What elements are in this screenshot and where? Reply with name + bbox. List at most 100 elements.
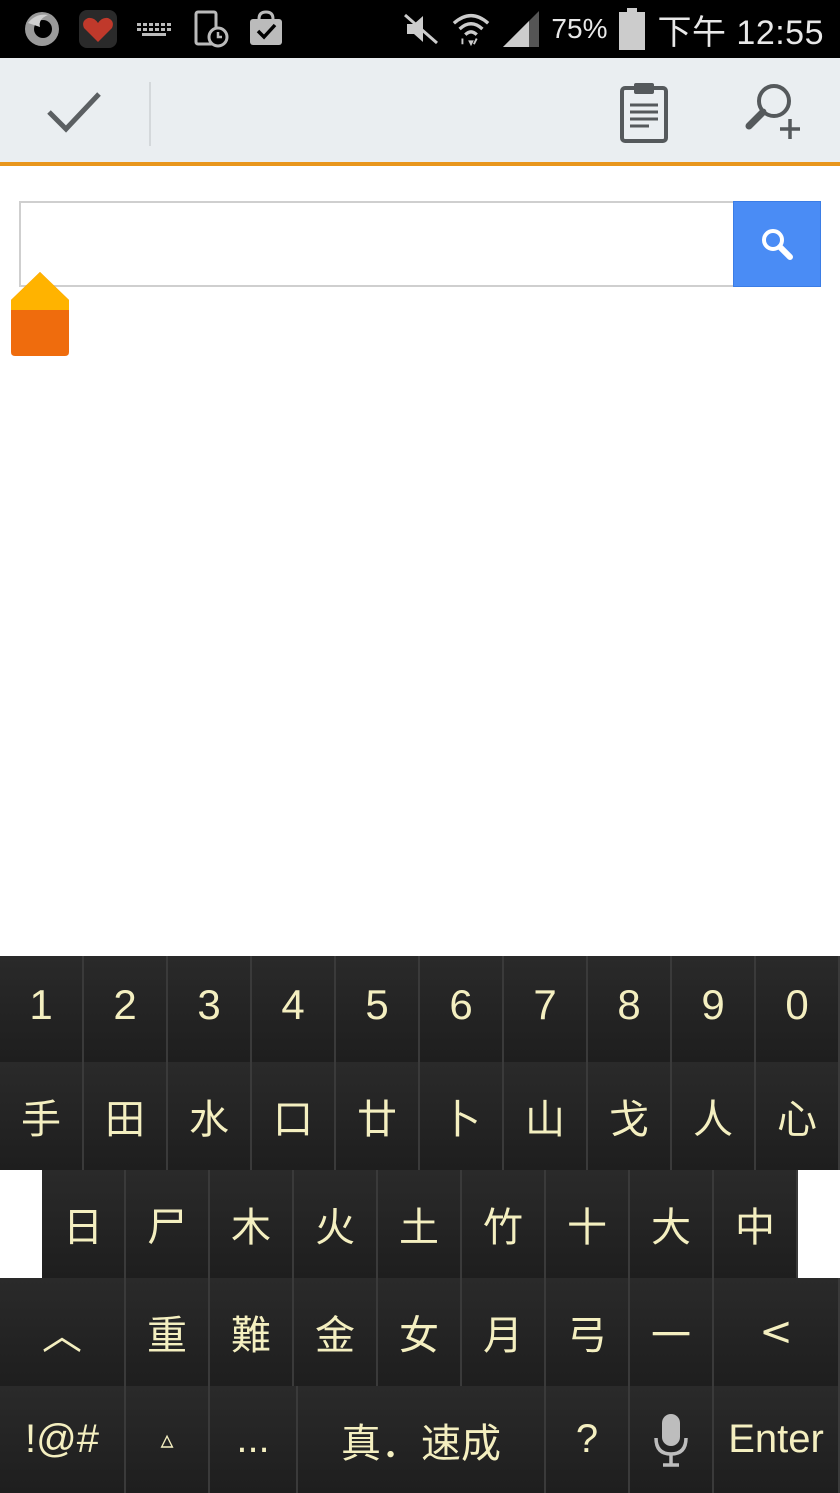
key-label: 一: [651, 1313, 691, 1359]
text-cursor-handle[interactable]: [10, 270, 70, 358]
key-cangjie-5[interactable]: 廿: [336, 1062, 420, 1170]
key-label: 0: [785, 981, 809, 1028]
ellipsis-key[interactable]: ...: [210, 1386, 298, 1493]
key-cangjie-2[interactable]: 田: [84, 1062, 168, 1170]
action-bar: [0, 58, 840, 166]
key-6[interactable]: 6: [420, 956, 504, 1062]
shift-key[interactable]: ︿: [0, 1278, 126, 1386]
clipboard-button[interactable]: [606, 76, 682, 148]
key-cangjie-row2-4[interactable]: 火: [294, 1170, 378, 1278]
key-cangjie-row2-7[interactable]: 十: [546, 1170, 630, 1278]
key-label: 土: [399, 1205, 439, 1251]
key-label: 中: [735, 1205, 775, 1251]
key-cangjie-row2-6[interactable]: 竹: [462, 1170, 546, 1278]
key-cangjie-1[interactable]: 手: [0, 1062, 84, 1170]
firefox-icon: [22, 9, 62, 49]
key-label: Enter: [728, 1417, 824, 1461]
backspace-key[interactable]: <: [714, 1278, 840, 1386]
key-label: 手: [21, 1097, 61, 1143]
key-label: 人: [693, 1097, 733, 1143]
search-button[interactable]: [733, 201, 821, 287]
key-label: 真．速成: [341, 1420, 501, 1467]
key-label: 8: [617, 981, 641, 1028]
key-label: 3: [197, 981, 221, 1028]
key-cangjie-3[interactable]: 水: [168, 1062, 252, 1170]
key-9[interactable]: 9: [672, 956, 756, 1062]
key-label: <: [759, 1309, 793, 1355]
key-r3-7[interactable]: 弓: [546, 1278, 630, 1386]
enter-key[interactable]: Enter: [714, 1386, 840, 1493]
key-cangjie-row2-1[interactable]: 日: [42, 1170, 126, 1278]
key-4[interactable]: 4: [252, 956, 336, 1062]
screen-time-icon: [190, 9, 230, 49]
cangjie-keyboard: 1 2 3 4 5 6 7 8 9 0 手田水口廿卜山戈人心日尸木火土竹十大中 ︿ 重難金女月弓一 < !@…: [0, 956, 840, 1493]
key-7[interactable]: 7: [504, 956, 588, 1062]
key-label: 火: [315, 1205, 355, 1251]
key-cangjie-4[interactable]: 口: [252, 1062, 336, 1170]
key-label: 木: [231, 1205, 271, 1251]
space-key[interactable]: 真．速成: [298, 1386, 546, 1493]
key-8[interactable]: 8: [588, 956, 672, 1062]
microphone-icon: [654, 1413, 688, 1467]
key-label: 十: [567, 1205, 607, 1251]
key-label: 廿: [357, 1097, 397, 1143]
key-cangjie-row2-5[interactable]: 土: [378, 1170, 462, 1278]
key-label: 1: [29, 981, 53, 1028]
key-label: 4: [281, 981, 305, 1028]
clipboard-icon: [620, 83, 668, 143]
symbols-key[interactable]: !@#: [0, 1386, 126, 1493]
key-label: ...: [236, 1417, 270, 1461]
key-r3-8[interactable]: 一: [630, 1278, 714, 1386]
key-r3-5[interactable]: 女: [378, 1278, 462, 1386]
zoom-add-icon: [745, 84, 800, 139]
key-cangjie-row2-9[interactable]: 中: [714, 1170, 798, 1278]
key-cangjie-row2-8[interactable]: 大: [630, 1170, 714, 1278]
key-label: 水: [189, 1097, 229, 1143]
key-0[interactable]: 0: [756, 956, 840, 1062]
shopping-bag-icon: [246, 9, 286, 49]
key-label: 2: [113, 981, 137, 1028]
notification-icons: [22, 6, 286, 52]
add-search-button[interactable]: [736, 76, 812, 148]
check-icon: [47, 92, 101, 133]
key-2[interactable]: 2: [84, 956, 168, 1062]
triangle-key[interactable]: ▵: [126, 1386, 210, 1493]
heart-app-icon: [78, 9, 118, 49]
key-label: 心: [777, 1097, 817, 1143]
key-r3-2[interactable]: 重: [126, 1278, 210, 1386]
question-key[interactable]: ?: [546, 1386, 630, 1493]
keyboard-icon: [134, 9, 174, 49]
key-label: 日: [63, 1205, 103, 1251]
key-label: 金: [315, 1313, 355, 1359]
voice-input-key[interactable]: [630, 1386, 714, 1493]
battery-percent: 75%: [551, 13, 608, 44]
key-3[interactable]: 3: [168, 956, 252, 1062]
key-label: 卜: [441, 1097, 481, 1143]
clock: 下午 12:55: [657, 13, 824, 52]
key-label: 竹: [483, 1205, 523, 1251]
key-1[interactable]: 1: [0, 956, 84, 1062]
key-label: 弓: [567, 1313, 607, 1359]
key-r3-3[interactable]: 難: [210, 1278, 294, 1386]
key-label: 月: [483, 1313, 523, 1359]
done-button[interactable]: [34, 82, 114, 142]
key-label: 山: [525, 1097, 565, 1143]
key-cangjie-row2-3[interactable]: 木: [210, 1170, 294, 1278]
key-label: 女: [399, 1313, 439, 1359]
status-bar: 75% 下午 12:55: [0, 0, 840, 58]
key-cangjie-8[interactable]: 戈: [588, 1062, 672, 1170]
search-input[interactable]: [19, 201, 735, 287]
key-cangjie-7[interactable]: 山: [504, 1062, 588, 1170]
key-r3-6[interactable]: 月: [462, 1278, 546, 1386]
key-label: 重: [147, 1313, 187, 1359]
key-cangjie-6[interactable]: 卜: [420, 1062, 504, 1170]
key-cangjie-10[interactable]: 心: [756, 1062, 840, 1170]
key-cangjie-9[interactable]: 人: [672, 1062, 756, 1170]
key-5[interactable]: 5: [336, 956, 420, 1062]
key-r3-4[interactable]: 金: [294, 1278, 378, 1386]
key-label: 難: [231, 1313, 271, 1359]
key-label: 尸: [147, 1205, 187, 1251]
key-label: 6: [449, 981, 473, 1028]
key-label: 戈: [609, 1097, 649, 1143]
key-cangjie-row2-2[interactable]: 尸: [126, 1170, 210, 1278]
